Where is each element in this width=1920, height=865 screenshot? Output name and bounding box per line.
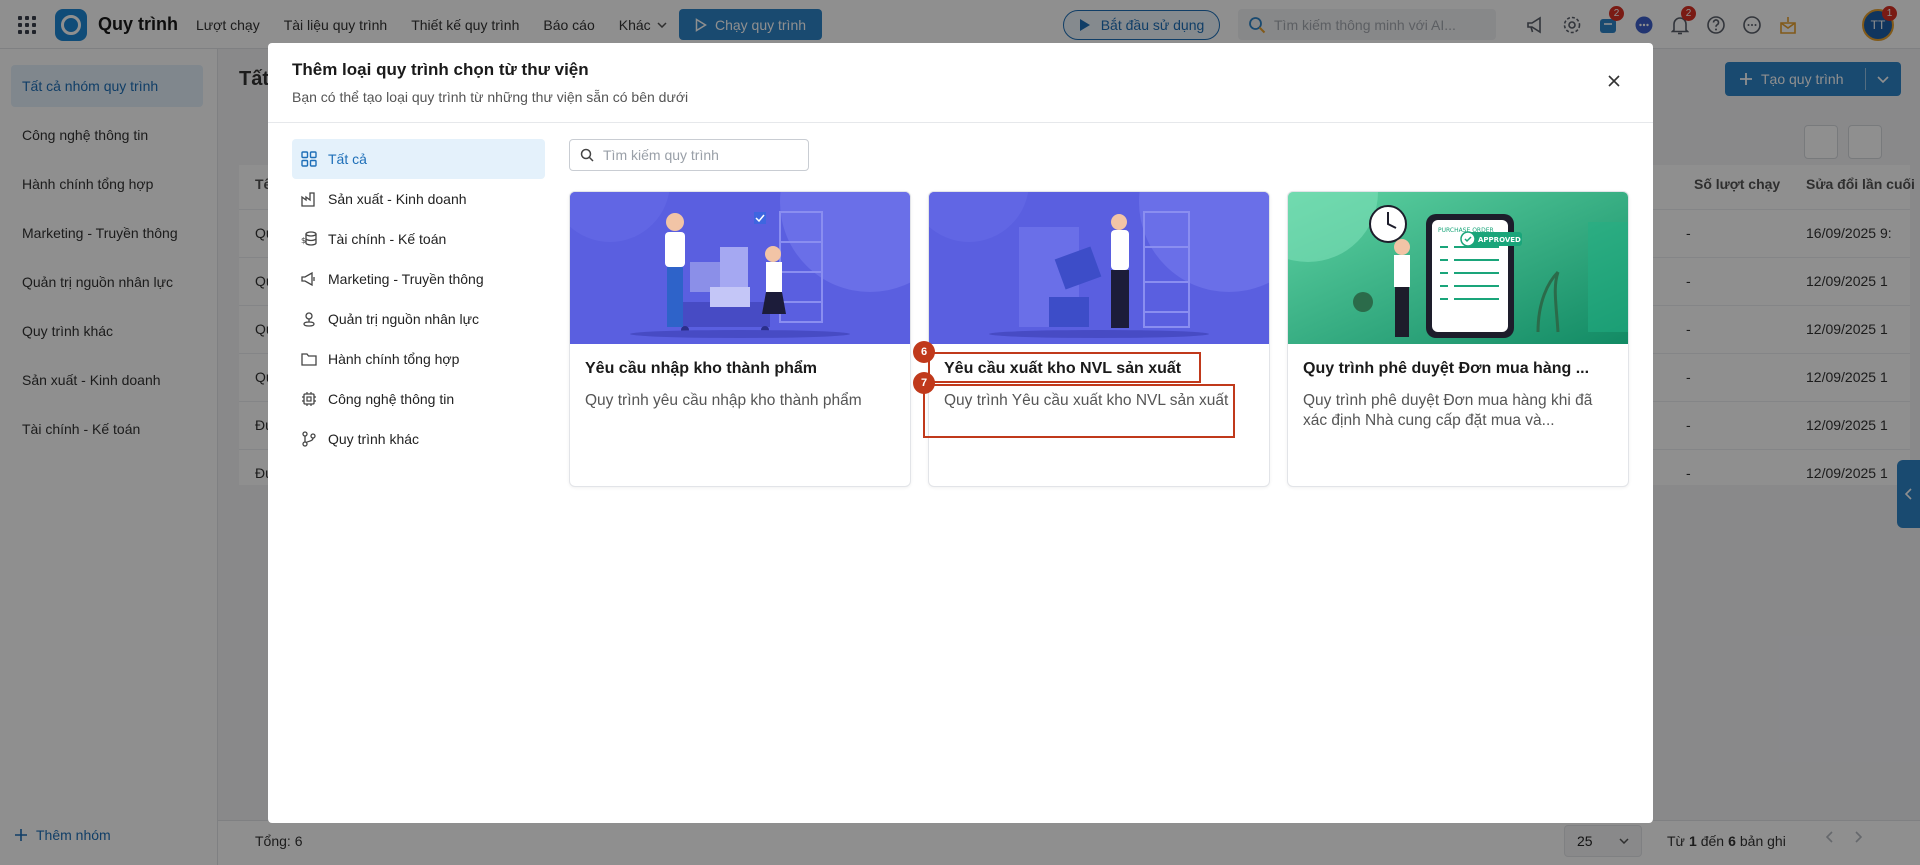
close-icon[interactable] [1604,71,1624,91]
template-card-po-approval[interactable]: PURCHASE ORDER APPROVED Quy trình phê du… [1287,191,1629,487]
category-finance[interactable]: $ Tài chính - Kế toán [292,219,545,259]
card-title: Quy trình phê duyệt Đơn mua hàng ... [1303,360,1590,377]
card-illustration: PURCHASE ORDER APPROVED [1288,192,1628,344]
grid-icon [301,151,317,167]
search-icon [580,148,594,162]
approved-stamp-label: APPROVED [1478,236,1521,244]
category-label: Marketing - Truyền thông [328,271,484,287]
card-description: Quy trình phê duyệt Đơn mua hàng khi đã … [1303,392,1593,429]
process-search-input[interactable]: Tìm kiếm quy trình [569,139,809,171]
template-library-modal: Thêm loại quy trình chọn từ thư viện Bạn… [268,43,1653,823]
category-other[interactable]: Quy trình khác [292,419,545,459]
svg-text:$: $ [301,236,306,245]
category-label: Quy trình khác [328,431,420,447]
person-pin-icon [303,312,315,327]
template-card-material-issue[interactable]: Yêu cầu xuất kho NVL sản xuất Quy trình … [928,191,1270,487]
search-placeholder: Tìm kiếm quy trình [603,147,719,163]
marker-badge: 6 [913,341,935,363]
category-admin[interactable]: Hành chính tổng hợp [292,339,545,379]
category-label: Tài chính - Kế toán [328,231,447,247]
category-label: Sản xuất - Kinh doanh [328,191,467,207]
card-title: Yêu cầu nhập kho thành phẩm [585,360,818,377]
category-all[interactable]: Tất cả [292,139,545,179]
category-label: Quản trị nguồn nhân lực [328,311,480,327]
highlight-box-title [928,352,1201,383]
modal-subtitle: Bạn có thể tạo loại quy trình từ những t… [292,89,689,105]
megaphone-icon [301,271,315,287]
category-production[interactable]: Sản xuất - Kinh doanh [292,179,545,219]
cpu-chip-icon [302,392,316,406]
marker-badge: 7 [913,372,935,394]
card-description: Quy trình yêu cầu nhập kho thành phẩm [585,392,862,409]
card-illustration [570,192,910,344]
template-card-finished-goods-receipt[interactable]: Yêu cầu nhập kho thành phẩm Quy trình yê… [569,191,911,487]
category-label: Hành chính tổng hợp [328,351,460,367]
category-label: Tất cả [328,151,367,167]
folder-icon [301,353,317,366]
modal-header: Thêm loại quy trình chọn từ thư viện Bạn… [268,43,1653,123]
modal-title: Thêm loại quy trình chọn từ thư viện [292,60,589,79]
category-list: Tất cả Sản xuất - Kinh doanh $ Tài chính… [292,139,545,459]
coins-icon: $ [301,231,317,246]
category-it[interactable]: Công nghệ thông tin [292,379,545,419]
factory-icon [301,192,315,207]
category-hr[interactable]: Quản trị nguồn nhân lực [292,299,545,339]
git-branch-icon [302,431,316,447]
card-illustration [929,192,1269,344]
category-label: Công nghệ thông tin [328,391,455,407]
highlight-box-description [923,384,1235,438]
category-marketing[interactable]: Marketing - Truyền thông [292,259,545,299]
